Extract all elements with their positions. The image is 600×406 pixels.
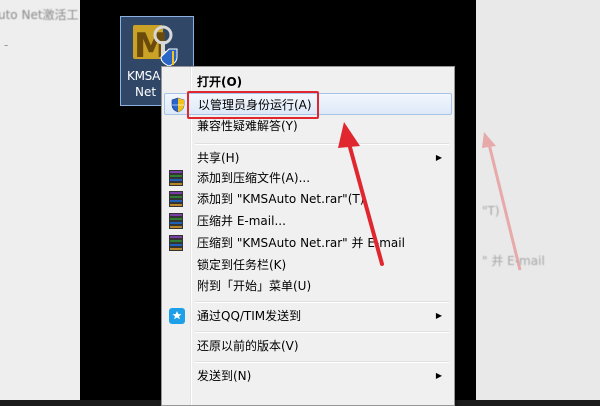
background-dash: -	[4, 38, 9, 52]
menu-item-label: 附到「开始」菜单(U)	[197, 279, 312, 293]
annotation-arrow-icon	[338, 122, 384, 266]
kmsauto-keys-icon: M	[133, 25, 178, 67]
menu-item-label: 压缩并 E-mail...	[197, 214, 286, 228]
menu-separator	[195, 331, 449, 333]
background-page-left: uto Net激活工 -	[0, 0, 80, 400]
menu-item-open[interactable]: 打开(O)	[164, 71, 452, 93]
qq-icon	[169, 308, 185, 324]
menu-item-pin-start[interactable]: 附到「开始」菜单(U)	[164, 275, 452, 297]
menu-item-label: 共享(H)	[197, 151, 240, 165]
menu-item-send-via-qq[interactable]: 通过QQ/TIM发送到 ▶	[164, 305, 452, 327]
submenu-arrow-icon: ▶	[435, 153, 442, 162]
menu-item-label: 打开(O)	[197, 75, 243, 89]
background-ghost-text-1: "T)	[482, 204, 500, 218]
menu-item-label: 通过QQ/TIM发送到	[197, 309, 302, 323]
background-ghost-text-2: " 并 E-mail	[482, 254, 545, 268]
ghost-arrow-icon	[482, 132, 522, 271]
winrar-icon	[168, 191, 184, 207]
winrar-icon	[168, 213, 184, 229]
menu-separator	[195, 361, 449, 363]
submenu-arrow-icon: ▶	[435, 371, 442, 380]
menu-item-label: 还原以前的版本(V)	[197, 339, 299, 353]
menu-separator	[195, 301, 449, 303]
annotation-highlight-box	[187, 91, 319, 119]
menu-item-label: 添加到压缩文件(A)...	[197, 171, 311, 185]
winrar-icon	[168, 170, 184, 186]
background-page-right: "T) " 并 E-mail	[476, 0, 600, 400]
submenu-arrow-icon: ▶	[435, 311, 442, 320]
winrar-icon	[168, 235, 184, 251]
uac-shield-icon	[171, 97, 185, 113]
menu-item-restore-versions[interactable]: 还原以前的版本(V)	[164, 335, 452, 357]
desktop-icon-label-2: Net	[135, 85, 157, 99]
menu-item-send-to[interactable]: 发送到(N) ▶	[164, 365, 452, 387]
menu-item-label: 锁定到任务栏(K)	[197, 258, 287, 272]
menu-item-label: 发送到(N)	[197, 369, 252, 383]
menu-separator	[195, 143, 449, 145]
background-title: uto Net激活工	[0, 8, 79, 22]
